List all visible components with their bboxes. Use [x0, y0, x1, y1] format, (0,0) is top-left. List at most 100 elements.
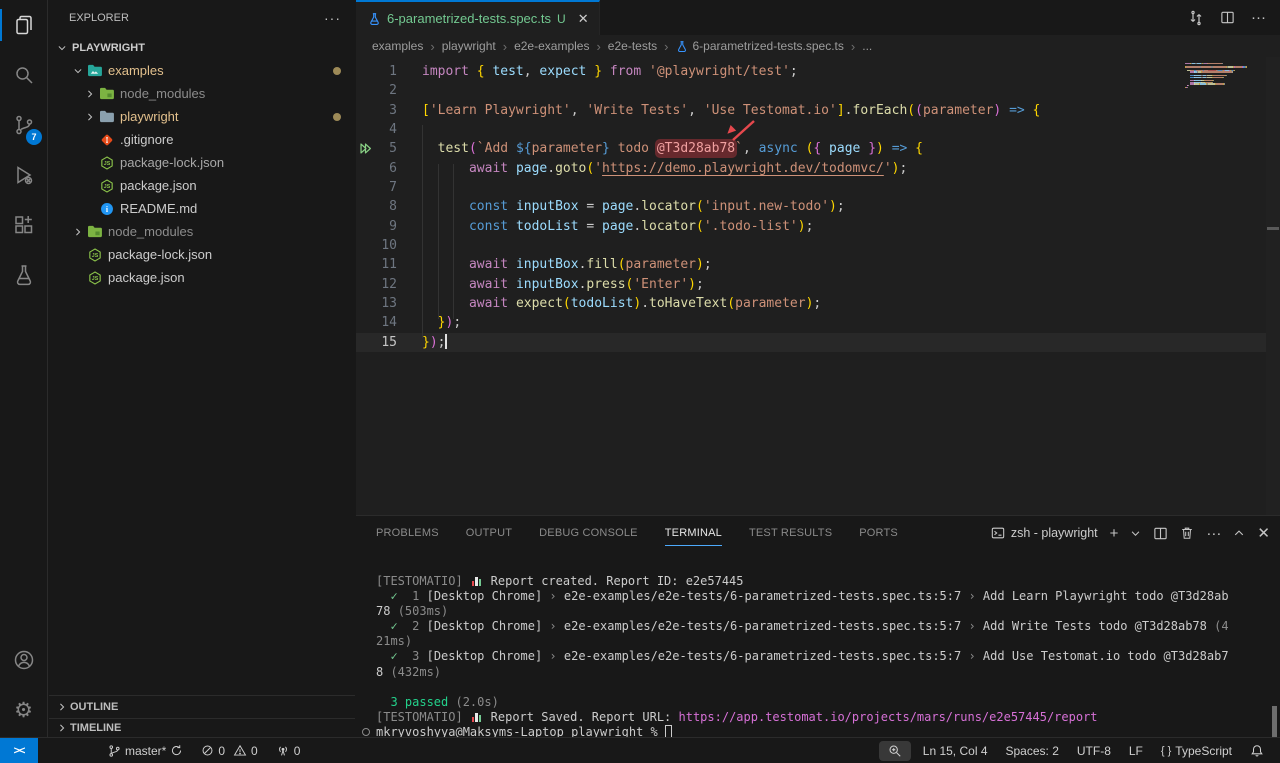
code-line[interactable]: 14 }); — [356, 313, 1280, 332]
activity-bar-run-debug-icon[interactable] — [0, 150, 47, 200]
breadcrumb-item[interactable]: examples — [372, 39, 423, 53]
workspace-section-header[interactable]: PLAYWRIGHT — [49, 36, 355, 59]
zoom-status-button[interactable] — [879, 741, 911, 761]
terminal-tab[interactable]: zsh - playwright — [991, 526, 1098, 540]
activity-bar-source-control-icon[interactable]: 7 — [0, 100, 47, 150]
tree-row[interactable]: playwright — [49, 105, 355, 128]
panel-more-actions-icon[interactable]: ··· — [1206, 526, 1221, 541]
tree-row[interactable]: JSpackage.json — [49, 266, 355, 289]
run-debug-icon — [12, 163, 36, 187]
notifications-bell[interactable] — [1244, 744, 1270, 758]
panel-tab-output[interactable]: OUTPUT — [466, 516, 512, 550]
panel-tab-problems[interactable]: PROBLEMS — [376, 516, 439, 550]
chevron-right-icon[interactable] — [69, 227, 86, 237]
tree-item-label: package-lock.json — [120, 155, 224, 170]
tree-row[interactable]: JSpackage-lock.json — [49, 151, 355, 174]
code-line-text: await page.goto('https://demo.playwright… — [422, 159, 907, 178]
split-editor-icon[interactable] — [1220, 10, 1235, 25]
panel-tab-terminal[interactable]: TERMINAL — [665, 516, 722, 550]
folder-node-modules-icon — [86, 224, 103, 240]
panel-tab-debug-console[interactable]: DEBUG CONSOLE — [539, 516, 638, 550]
indentation-setting[interactable]: Spaces: 2 — [1000, 744, 1065, 758]
tree-row[interactable]: JSpackage-lock.json — [49, 243, 355, 266]
breadcrumb-separator: › — [664, 39, 668, 54]
bottom-panel: PROBLEMS OUTPUT DEBUG CONSOLE TERMINAL TEST … — [356, 515, 1280, 737]
code-line-text: const todoList = page.locator('.todo-lis… — [422, 217, 813, 236]
command-decoration-circle[interactable] — [362, 728, 370, 736]
breadcrumb-separator: › — [596, 39, 600, 54]
close-panel-icon[interactable]: ✕ — [1257, 526, 1270, 541]
git-branch-status[interactable]: master* — [102, 744, 189, 758]
terminal-line — [376, 680, 1266, 695]
more-actions-icon[interactable]: ··· — [1251, 10, 1266, 25]
code-line[interactable]: 1import { test, expect } from '@playwrig… — [356, 62, 1280, 81]
remote-indicator[interactable]: >< — [0, 738, 38, 763]
activity-bar-account-icon[interactable] — [0, 635, 47, 685]
panel-tab-test-results[interactable]: TEST RESULTS — [749, 516, 832, 550]
terminal-picker-chevron-down-icon[interactable] — [1130, 528, 1141, 539]
new-terminal-plus-icon[interactable]: + — [1110, 526, 1119, 541]
panel-tab-ports[interactable]: PORTS — [859, 516, 898, 550]
breadcrumb-item[interactable]: e2e-examples — [514, 39, 589, 53]
outline-section[interactable]: OUTLINE — [49, 695, 355, 718]
kill-terminal-trash-icon[interactable] — [1180, 526, 1194, 540]
code-line[interactable]: 5 test(`Add ${parameter} todo @T3d28ab78… — [356, 139, 1280, 158]
breadcrumb-item[interactable]: ... — [862, 39, 872, 53]
compare-changes-icon[interactable] — [1188, 10, 1204, 26]
tree-row[interactable]: examples — [49, 59, 355, 82]
settings-gear-icon: ⚙ — [14, 700, 33, 721]
editor-scrollbar[interactable] — [1266, 57, 1280, 515]
code-line[interactable]: 12 await inputBox.press('Enter'); — [356, 275, 1280, 294]
code-line[interactable]: 10 — [356, 236, 1280, 255]
chevron-right-icon[interactable] — [81, 112, 98, 122]
language-mode[interactable]: { } TypeScript — [1155, 744, 1238, 758]
cursor-position[interactable]: Ln 15, Col 4 — [917, 744, 994, 758]
encoding-setting[interactable]: UTF-8 — [1071, 744, 1117, 758]
activity-bar-settings-gear-icon[interactable]: ⚙ — [0, 685, 47, 735]
minimap[interactable] — [1185, 63, 1255, 88]
tab-bar: 6-parametrized-tests.spec.ts U ✕ ··· — [356, 0, 1280, 35]
code-line[interactable]: 3['Learn Playwright', 'Write Tests', 'Us… — [356, 101, 1280, 120]
ports-status[interactable]: 0 — [270, 744, 307, 758]
tab-spec-file[interactable]: 6-parametrized-tests.spec.ts U ✕ — [356, 0, 600, 35]
code-line[interactable]: 15}); — [356, 333, 1280, 352]
breadcrumb-item[interactable]: playwright — [442, 39, 496, 53]
tree-row[interactable]: JSpackage.json — [49, 174, 355, 197]
activity-bar-testing-flask-icon[interactable] — [0, 250, 47, 300]
maximize-panel-chevron-up-icon[interactable] — [1233, 527, 1245, 539]
tree-row[interactable]: node_modules — [49, 82, 355, 105]
tree-row[interactable]: .gitignore — [49, 128, 355, 151]
tree-item-label: package.json — [108, 270, 185, 285]
branch-icon — [108, 744, 121, 758]
chevron-down-icon[interactable] — [69, 66, 86, 76]
timeline-section[interactable]: TIMELINE — [49, 718, 355, 737]
activity-bar-extensions-icon[interactable] — [0, 200, 47, 250]
code-line[interactable]: 2 — [356, 81, 1280, 100]
explorer-more-actions-icon[interactable]: ··· — [324, 10, 341, 26]
activity-bar-search-icon[interactable] — [0, 50, 47, 100]
code-line[interactable]: 9 const todoList = page.locator('.todo-l… — [356, 217, 1280, 236]
activity-bar-explorer-icon[interactable] — [0, 0, 47, 50]
tree-row[interactable]: node_modules — [49, 220, 355, 243]
report-url-link[interactable]: https://app.testomat.io/projects/mars/ru… — [679, 710, 1098, 724]
code-line[interactable]: 4 — [356, 120, 1280, 139]
explorer-sidebar: EXPLORER ··· PLAYWRIGHT examplesnode_mod… — [49, 0, 355, 737]
split-terminal-icon[interactable] — [1153, 526, 1168, 541]
run-test-play-icon[interactable] — [359, 142, 372, 155]
problems-status[interactable]: 0 0 — [195, 744, 263, 758]
code-line[interactable]: 11 await inputBox.fill(parameter); — [356, 255, 1280, 274]
code-line[interactable]: 8 const inputBox = page.locator('input.n… — [356, 197, 1280, 216]
code-line[interactable]: 7 — [356, 178, 1280, 197]
tree-row[interactable]: iREADME.md — [49, 197, 355, 220]
code-editor[interactable]: 1import { test, expect } from '@playwrig… — [356, 57, 1280, 515]
code-line[interactable]: 13 await expect(todoList).toHaveText(par… — [356, 294, 1280, 313]
tab-close-icon[interactable]: ✕ — [578, 11, 589, 27]
chevron-right-icon[interactable] — [81, 89, 98, 99]
breadcrumb-item[interactable]: e2e-tests — [608, 39, 657, 53]
line-number: 4 — [356, 120, 402, 139]
terminal-prompt-icon — [991, 526, 1005, 540]
eol-setting[interactable]: LF — [1123, 744, 1149, 758]
terminal-output[interactable]: [TESTOMATIO] Report created. Report ID: … — [376, 574, 1266, 740]
breadcrumb-item[interactable]: 6-parametrized-tests.spec.ts — [676, 39, 844, 53]
code-line[interactable]: 6 await page.goto('https://demo.playwrig… — [356, 159, 1280, 178]
